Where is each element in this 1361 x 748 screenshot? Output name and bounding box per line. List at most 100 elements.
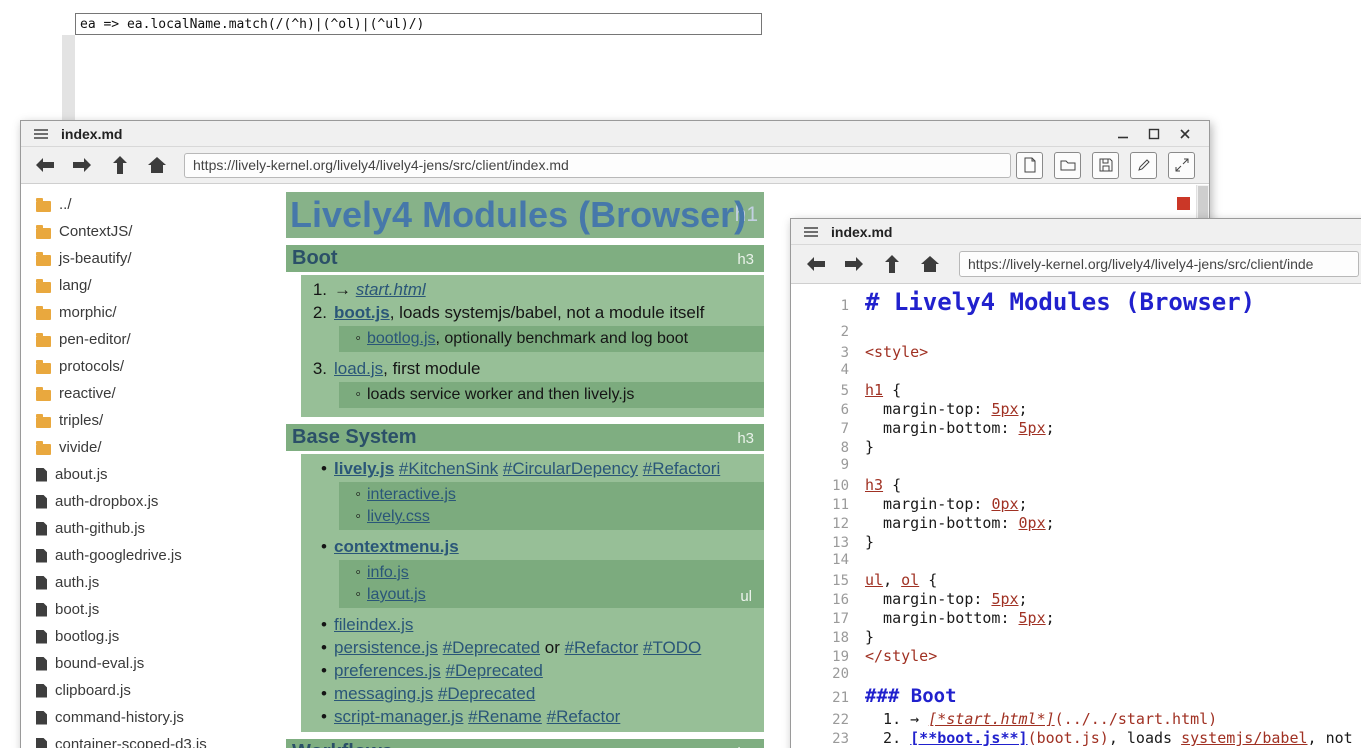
file-list-item[interactable]: reactive/: [21, 380, 286, 407]
maximize-button[interactable]: [1146, 126, 1162, 142]
line-number: 21: [791, 690, 849, 706]
list-marker: •: [301, 613, 327, 636]
save-button[interactable]: [1092, 152, 1119, 179]
home-button[interactable]: [913, 250, 946, 278]
file-list-item[interactable]: lang/: [21, 272, 286, 299]
link[interactable]: contextmenu.js: [334, 537, 459, 556]
file-list-item[interactable]: bootlog.js: [21, 623, 286, 650]
link[interactable]: #KitchenSink: [399, 459, 498, 478]
file-list-item[interactable]: morphic/: [21, 299, 286, 326]
open-folder-button[interactable]: [1054, 152, 1081, 179]
code-editor[interactable]: 1 # Lively4 Modules (Browser) 2 3 <style…: [791, 284, 1361, 748]
file-list-item[interactable]: clipboard.js: [21, 677, 286, 704]
link[interactable]: load.js: [334, 359, 383, 378]
file-label: auth.js: [55, 574, 99, 591]
list-marker: ◦: [339, 328, 361, 350]
link[interactable]: start.html: [356, 280, 426, 299]
folder-icon: [36, 282, 51, 293]
up-button[interactable]: [875, 250, 908, 278]
link[interactable]: boot.js: [334, 303, 390, 322]
link[interactable]: layout.js: [367, 586, 426, 603]
file-icon: [36, 657, 47, 671]
list-item: • script-manager.js #Rename #Refactor: [301, 705, 764, 728]
file-list-item[interactable]: container-scoped-d3.js: [21, 731, 286, 748]
code-lines: 1 # Lively4 Modules (Browser) 2 3 <style…: [791, 288, 1361, 748]
file-list-item[interactable]: triples/: [21, 407, 286, 434]
link[interactable]: script-manager.js: [334, 707, 463, 726]
file-list-item[interactable]: command-history.js: [21, 704, 286, 731]
file-list-item[interactable]: auth.js: [21, 569, 286, 596]
url-input[interactable]: [959, 251, 1359, 277]
link[interactable]: #Rename: [468, 707, 542, 726]
h3-tag-badge: h3: [737, 252, 754, 267]
nested-list: ◦ loads service worker and then lively.j…: [339, 382, 764, 408]
file-list-item[interactable]: pen-editor/: [21, 326, 286, 353]
folder-icon: [36, 363, 51, 374]
link[interactable]: #Refactor: [565, 638, 639, 657]
list-item-text: bootlog.js, optionally benchmark and log…: [367, 328, 688, 350]
window-titlebar: index.md: [791, 219, 1361, 245]
link[interactable]: messaging.js: [334, 684, 433, 703]
text-segment: , loads systemjs/babel, not a module its…: [390, 303, 705, 322]
back-button[interactable]: [29, 151, 61, 179]
element-filter-input[interactable]: [75, 13, 762, 35]
text-segment: 2.: [865, 729, 910, 747]
url-input[interactable]: [184, 153, 1011, 178]
file-label: boot.js: [55, 601, 99, 618]
link[interactable]: #Deprecated: [446, 661, 543, 680]
text-segment: ### Boot: [865, 685, 957, 707]
list-marker: 3.: [301, 357, 327, 380]
link[interactable]: lively.js: [334, 459, 394, 478]
line-content: ul, ol {: [865, 571, 937, 589]
link[interactable]: lively.css: [367, 508, 430, 525]
link[interactable]: fileindex.js: [334, 615, 413, 634]
link[interactable]: #Refactor: [547, 707, 621, 726]
file-list-item[interactable]: vivide/: [21, 434, 286, 461]
file-list-item[interactable]: bound-eval.js: [21, 650, 286, 677]
text-segment: [**boot.js**]: [910, 729, 1027, 747]
file-list-item[interactable]: about.js: [21, 461, 286, 488]
file-list-item[interactable]: auth-dropbox.js: [21, 488, 286, 515]
forward-button[interactable]: [66, 151, 98, 179]
text-segment: margin-bottom:: [865, 419, 1019, 437]
minimize-button[interactable]: [1115, 126, 1131, 142]
maximize-icon: [1148, 128, 1160, 140]
up-button[interactable]: [104, 151, 136, 179]
edit-button[interactable]: [1130, 152, 1157, 179]
window-title: index.md: [61, 126, 122, 142]
link[interactable]: info.js: [367, 564, 409, 581]
link[interactable]: #CircularDepency: [503, 459, 638, 478]
new-file-button[interactable]: [1016, 152, 1043, 179]
link[interactable]: preferences.js: [334, 661, 441, 680]
list-item-text: → start.html: [334, 278, 426, 301]
link[interactable]: #Deprecated: [438, 684, 535, 703]
code-line: 18 }: [791, 628, 1361, 647]
forward-button[interactable]: [837, 250, 870, 278]
home-button[interactable]: [141, 151, 173, 179]
code-line: 13 }: [791, 533, 1361, 552]
link[interactable]: interactive.js: [367, 486, 456, 503]
toolbar-actions: [1016, 152, 1201, 179]
code-line: 16 margin-top: 5px;: [791, 590, 1361, 609]
file-list-item[interactable]: boot.js: [21, 596, 286, 623]
file-list-item[interactable]: auth-googledrive.js: [21, 542, 286, 569]
link[interactable]: #TODO: [643, 638, 701, 657]
file-list-item[interactable]: auth-github.js: [21, 515, 286, 542]
close-button[interactable]: [1177, 126, 1193, 142]
file-list-item[interactable]: js-beautify/: [21, 245, 286, 272]
file-list-item[interactable]: ../: [21, 191, 286, 218]
link[interactable]: #Refactori: [643, 459, 720, 478]
text-segment: margin-bottom:: [865, 609, 1019, 627]
back-button[interactable]: [799, 250, 832, 278]
link[interactable]: #Deprecated: [443, 638, 540, 657]
link[interactable]: bootlog.js: [367, 330, 436, 347]
h3-heading-boot: Boot h3: [286, 245, 764, 272]
folder-icon: [36, 201, 51, 212]
file-list-item[interactable]: protocols/: [21, 353, 286, 380]
expand-button[interactable]: [1168, 152, 1195, 179]
file-list-item[interactable]: ContextJS/: [21, 218, 286, 245]
link[interactable]: persistence.js: [334, 638, 438, 657]
window-menu-button[interactable]: [31, 124, 51, 144]
window-menu-button[interactable]: [801, 222, 821, 242]
line-number: 6: [791, 402, 849, 418]
